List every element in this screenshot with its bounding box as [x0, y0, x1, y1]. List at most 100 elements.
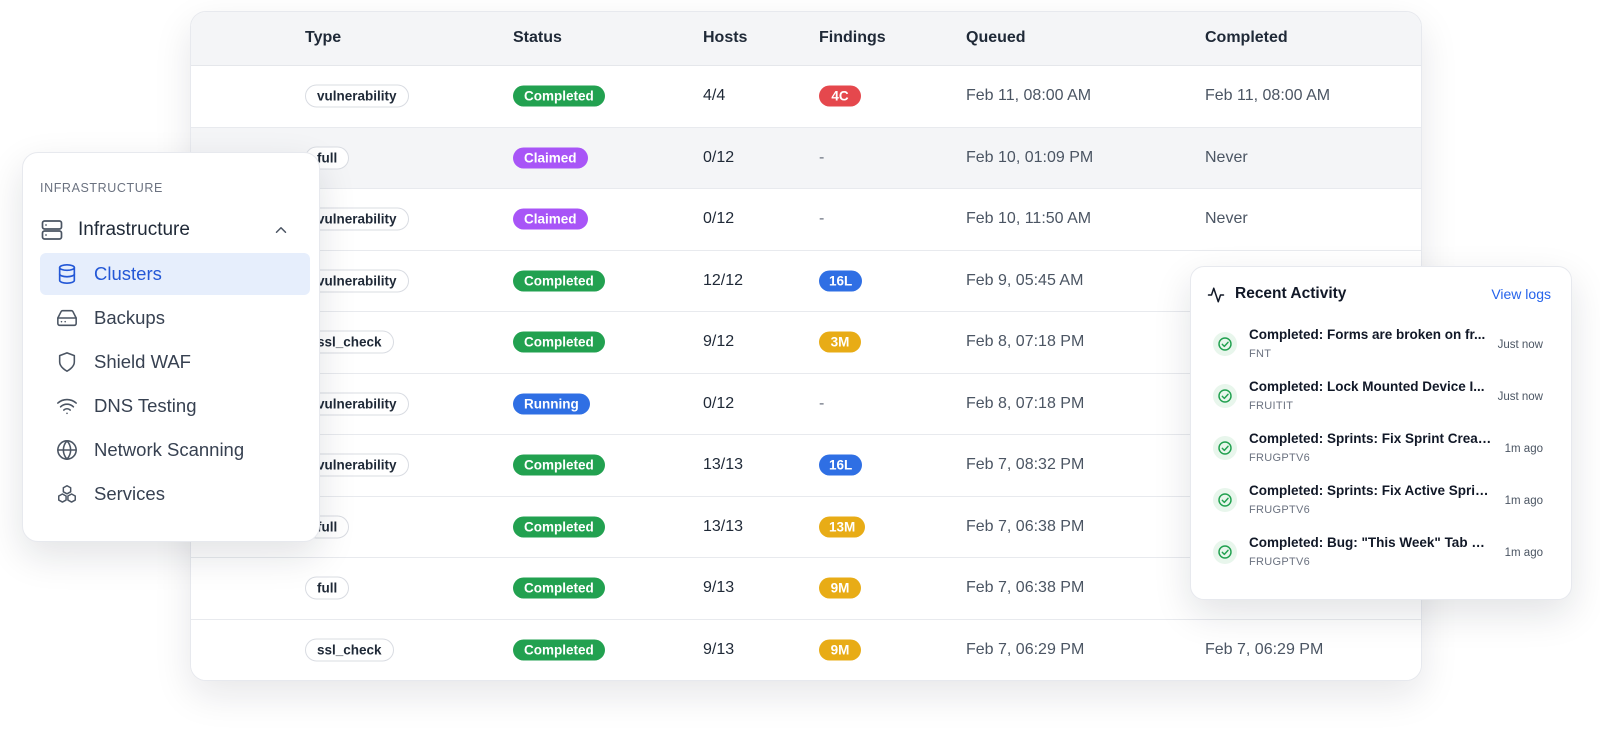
type-cell: vulnerability [305, 269, 409, 293]
sidebar-item-dns-testing[interactable]: DNS Testing [40, 385, 310, 427]
scan-type-tag: vulnerability [305, 269, 409, 293]
check-circle-icon [1213, 540, 1237, 564]
activity-message: Completed: Forms are broken on fr... [1249, 327, 1486, 342]
status-cell: Completed [513, 454, 605, 476]
queued-time: Feb 7, 06:29 PM [966, 641, 1085, 659]
chevron-up-icon[interactable] [272, 221, 290, 239]
findings-cell: 16L [819, 270, 863, 292]
sidebar-item-label: DNS Testing [94, 395, 197, 416]
sidebar-group-infrastructure[interactable]: Infrastructure [40, 213, 290, 247]
recent-activity-title: Recent Activity [1235, 285, 1347, 302]
sidebar-item-services[interactable]: Services [40, 473, 310, 515]
status-cell: Claimed [513, 208, 588, 230]
completed-time: Feb 11, 08:00 AM [1205, 87, 1331, 105]
findings-badge[interactable]: 16L [819, 454, 863, 476]
column-header-type[interactable]: Type [305, 29, 341, 47]
sidebar-item-label: Services [94, 483, 165, 504]
status-cell: Completed [513, 577, 605, 599]
findings-badge[interactable]: 9M [819, 577, 861, 599]
wifi-icon [57, 398, 77, 415]
findings-empty: - [819, 148, 825, 166]
activity-item[interactable]: Completed: Lock Mounted Device I... FRUIT… [1213, 375, 1543, 419]
activity-project: FRUGPTV6 [1249, 452, 1311, 464]
column-header-findings[interactable]: Findings [819, 29, 886, 47]
findings-badge[interactable]: 3M [819, 331, 861, 353]
hosts-count: 13/13 [703, 456, 744, 474]
column-header-status[interactable]: Status [513, 29, 562, 47]
status-badge: Completed [513, 270, 605, 292]
sidebar-item-clusters[interactable]: Clusters [40, 253, 310, 295]
activity-message: Completed: Sprints: Fix Active Sprint... [1249, 483, 1494, 498]
check-circle-icon [1213, 332, 1237, 356]
activity-time: 1m ago [1504, 443, 1543, 455]
status-cell: Claimed [513, 147, 588, 169]
table-row[interactable]: vulnerability Claimed 0/12 - Feb 10, 11:50 A… [191, 189, 1421, 251]
status-badge: Completed [513, 85, 605, 107]
findings-badge[interactable]: 9M [819, 639, 861, 661]
status-badge: Completed [513, 516, 605, 538]
findings-badge[interactable]: 4C [819, 85, 861, 107]
activity-time: Just now [1497, 391, 1543, 403]
scan-type-tag: vulnerability [305, 84, 409, 108]
hard-drive-icon [57, 309, 77, 327]
activity-pulse-icon [1207, 287, 1225, 303]
check-circle-icon [1213, 436, 1237, 460]
column-header-completed[interactable]: Completed [1205, 29, 1288, 47]
hosts-count: 9/13 [703, 579, 735, 597]
findings-cell: 16L [819, 454, 863, 476]
sidebar: INFRASTRUCTURE Infrastructure Clusters B… [22, 152, 320, 542]
activity-item[interactable]: Completed: Bug: "This Week" Tab Br... FRU… [1213, 531, 1543, 575]
scan-type-tag: vulnerability [305, 392, 409, 416]
sidebar-group-label: Infrastructure [78, 219, 190, 240]
hosts-count: 4/4 [703, 87, 726, 105]
queued-time: Feb 9, 05:45 AM [966, 271, 1084, 289]
activity-time: 1m ago [1504, 495, 1543, 507]
table-row[interactable]: ssl_check Completed 9/13 9M Feb 7, 06:29 PM F… [191, 619, 1421, 680]
sidebar-item-network-scanning[interactable]: Network Scanning [40, 429, 310, 471]
type-cell: vulnerability [305, 392, 409, 416]
sidebar-item-backups[interactable]: Backups [40, 297, 310, 339]
status-badge: Completed [513, 639, 605, 661]
status-cell: Running [513, 393, 590, 415]
scan-type-tag: full [305, 576, 350, 600]
findings-badge[interactable]: 16L [819, 270, 863, 292]
type-cell: full [305, 576, 350, 600]
queued-time: Feb 10, 01:09 PM [966, 148, 1094, 166]
queued-time: Feb 8, 07:18 PM [966, 333, 1085, 351]
sidebar-item-label: Network Scanning [94, 439, 245, 460]
status-badge: Completed [513, 454, 605, 476]
boxes-icon [58, 485, 76, 503]
view-logs-link[interactable]: View logs [1491, 286, 1551, 302]
activity-message: Completed: Lock Mounted Device I... [1249, 379, 1485, 394]
findings-cell: 9M [819, 639, 861, 661]
queued-time: Feb 10, 11:50 AM [966, 210, 1092, 228]
findings-badge[interactable]: 13M [819, 516, 866, 538]
sidebar-item-label: Shield WAF [94, 351, 191, 372]
sidebar-item-label: Backups [94, 307, 165, 328]
queued-time: Feb 8, 07:18 PM [966, 394, 1085, 412]
activity-project: FRUGPTV6 [1249, 504, 1311, 516]
status-badge: Claimed [513, 147, 588, 169]
database-icon [58, 264, 76, 284]
queued-time: Feb 7, 06:38 PM [966, 579, 1085, 597]
table-row[interactable]: vulnerability Completed 4/4 4C Feb 11, 08:00… [191, 66, 1421, 128]
column-header-queued[interactable]: Queued [966, 29, 1026, 47]
status-badge: Claimed [513, 208, 588, 230]
completed-time: Never [1205, 210, 1248, 228]
status-badge: Running [513, 393, 590, 415]
activity-item[interactable]: Completed: Sprints: Fix Active Sprint...… [1213, 479, 1543, 523]
column-header-hosts[interactable]: Hosts [703, 29, 747, 47]
activity-item[interactable]: Completed: Sprints: Fix Sprint Creati...… [1213, 427, 1543, 471]
queued-time: Feb 11, 08:00 AM [966, 87, 1092, 105]
server-icon [41, 220, 63, 240]
table-row[interactable]: full Claimed 0/12- Feb 10, 01:09 PM Never [191, 127, 1421, 189]
status-cell: Completed [513, 639, 605, 661]
activity-time: 1m ago [1504, 547, 1543, 559]
status-badge: Completed [513, 577, 605, 599]
sidebar-item-shield-waf[interactable]: Shield WAF [40, 341, 310, 383]
type-cell: vulnerability [305, 453, 409, 477]
findings-cell: 3M [819, 331, 861, 353]
activity-item[interactable]: Completed: Forms are broken on fr... FNT J… [1213, 323, 1543, 367]
hosts-count: 0/12 [703, 394, 735, 412]
status-badge: Completed [513, 331, 605, 353]
